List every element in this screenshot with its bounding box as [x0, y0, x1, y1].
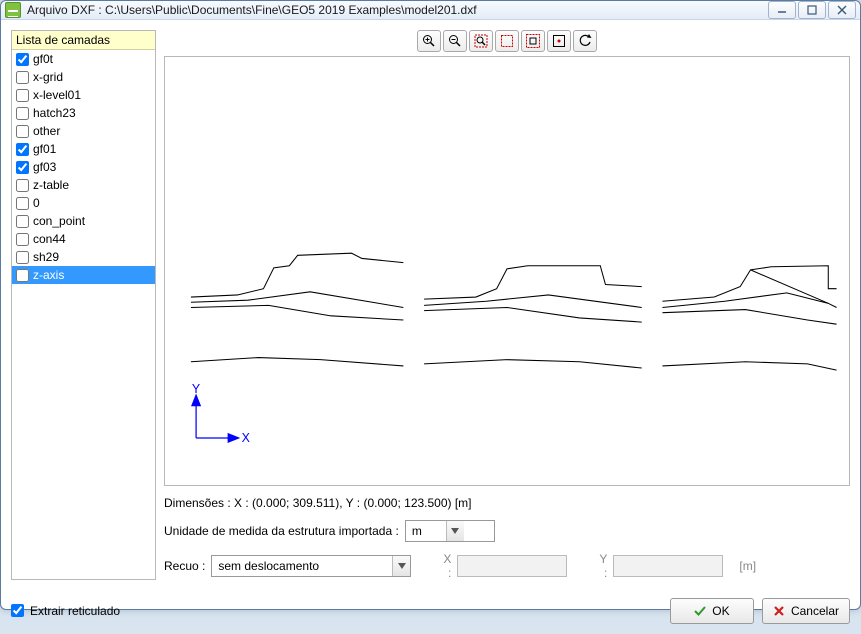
- layer-checkbox[interactable]: [16, 107, 29, 120]
- layer-name: con44: [33, 231, 66, 247]
- zoom-selection-icon: [474, 34, 488, 48]
- zoom-selection-button[interactable]: [469, 30, 493, 52]
- layer-checkbox[interactable]: [16, 233, 29, 246]
- extract-grid-checkbox-wrap[interactable]: Extrair reticulado: [11, 604, 120, 618]
- layer-checkbox[interactable]: [16, 53, 29, 66]
- view-toolbar: [164, 30, 850, 52]
- layers-header: Lista de camadas: [12, 31, 155, 50]
- axis-y-label: Y: [192, 382, 201, 396]
- layer-row[interactable]: sh29: [12, 248, 155, 266]
- layers-panel: Lista de camadas gf0t x-grid x-level01 hatc…: [11, 30, 156, 580]
- recuo-combo[interactable]: sem deslocamento: [211, 555, 411, 577]
- layer-row[interactable]: gf01: [12, 140, 155, 158]
- unit-row: Unidade de medida da estrutura importada…: [164, 520, 850, 542]
- layer-checkbox[interactable]: [16, 179, 29, 192]
- preview-svg: Y X: [165, 57, 849, 485]
- zoom-in-button[interactable]: [417, 30, 441, 52]
- zoom-center-icon: [552, 34, 566, 48]
- layer-name: x-grid: [33, 69, 63, 85]
- layer-checkbox[interactable]: [16, 251, 29, 264]
- layer-row[interactable]: hatch23: [12, 104, 155, 122]
- dialog-content: Lista de camadas gf0t x-grid x-level01 hatc…: [1, 20, 860, 590]
- layer-checkbox[interactable]: [16, 197, 29, 210]
- recuo-label: Recuo :: [164, 559, 205, 573]
- layer-row[interactable]: gf0t: [12, 50, 155, 68]
- right-column: Y X Dimensões : X : (0.000; 309.511), Y …: [164, 30, 850, 580]
- axis-x-label: X: [242, 431, 251, 445]
- layer-name: gf0t: [33, 51, 53, 67]
- window-title: Arquivo DXF : C:\Users\Public\Documents\…: [27, 3, 768, 17]
- x-offset-input: [457, 555, 567, 577]
- layer-row[interactable]: x-grid: [12, 68, 155, 86]
- layer-checkbox[interactable]: [16, 269, 29, 282]
- zoom-center-button[interactable]: [547, 30, 571, 52]
- layer-name: gf01: [33, 141, 56, 157]
- layer-checkbox[interactable]: [16, 125, 29, 138]
- app-icon: [5, 2, 21, 18]
- layer-name: hatch23: [33, 105, 76, 121]
- cancel-button[interactable]: Cancelar: [762, 598, 850, 624]
- axis-indicator: Y X: [192, 382, 251, 445]
- layer-row[interactable]: 0: [12, 194, 155, 212]
- extract-grid-label: Extrair reticulado: [30, 604, 120, 618]
- layer-row[interactable]: other: [12, 122, 155, 140]
- layer-checkbox[interactable]: [16, 215, 29, 228]
- unit-combo[interactable]: m: [405, 520, 495, 542]
- below-canvas: Dimensões : X : (0.000; 309.511), Y : (0…: [164, 486, 850, 580]
- preview-canvas[interactable]: Y X: [164, 56, 850, 486]
- layer-name: other: [33, 123, 60, 139]
- zoom-extents-icon: [526, 34, 540, 48]
- minimize-button[interactable]: [768, 1, 796, 19]
- unit-label: Unidade de medida da estrutura importada…: [164, 524, 399, 538]
- zoom-out-button[interactable]: [443, 30, 467, 52]
- layer-checkbox[interactable]: [16, 89, 29, 102]
- layer-row[interactable]: gf03: [12, 158, 155, 176]
- y-offset-input: [613, 555, 723, 577]
- dimensions-text: Dimensões : X : (0.000; 309.511), Y : (0…: [164, 496, 850, 510]
- close-icon: [773, 605, 785, 617]
- zoom-window-icon: [500, 34, 514, 48]
- layer-checkbox[interactable]: [16, 161, 29, 174]
- chevron-down-icon: [446, 521, 464, 541]
- check-icon: [694, 605, 706, 617]
- offset-unit: [m]: [739, 559, 756, 573]
- window-controls: [768, 1, 856, 19]
- layer-name: sh29: [33, 249, 59, 265]
- ok-button-label: OK: [712, 604, 729, 618]
- zoom-window-button[interactable]: [495, 30, 519, 52]
- layer-checkbox[interactable]: [16, 143, 29, 156]
- cancel-button-label: Cancelar: [791, 604, 839, 618]
- zoom-extents-button[interactable]: [521, 30, 545, 52]
- layer-name: con_point: [33, 213, 85, 229]
- layer-name: 0: [33, 195, 40, 211]
- refresh-button[interactable]: [573, 30, 597, 52]
- zoom-in-icon: [422, 34, 436, 48]
- titlebar: Arquivo DXF : C:\Users\Public\Documents\…: [1, 1, 860, 20]
- refresh-icon: [578, 34, 592, 48]
- layer-name: x-level01: [33, 87, 81, 103]
- layer-name: z-axis: [33, 267, 64, 283]
- layers-list[interactable]: gf0t x-grid x-level01 hatch23 other gf01 gf03 z…: [12, 50, 155, 579]
- layer-row[interactable]: con44: [12, 230, 155, 248]
- layer-name: z-table: [33, 177, 69, 193]
- close-button[interactable]: [828, 1, 856, 19]
- layer-checkbox[interactable]: [16, 71, 29, 84]
- unit-combo-value: m: [406, 524, 446, 538]
- chevron-down-icon: [392, 556, 410, 576]
- layer-row[interactable]: z-table: [12, 176, 155, 194]
- layer-row[interactable]: z-axis: [12, 266, 155, 284]
- layer-name: gf03: [33, 159, 56, 175]
- dxf-import-dialog: Arquivo DXF : C:\Users\Public\Documents\…: [0, 0, 861, 610]
- recuo-row: Recuo : sem deslocamento X : Y : [m]: [164, 552, 850, 580]
- layer-row[interactable]: con_point: [12, 212, 155, 230]
- zoom-out-icon: [448, 34, 462, 48]
- y-offset-label: Y :: [593, 552, 607, 580]
- recuo-combo-value: sem deslocamento: [212, 559, 392, 573]
- extract-grid-checkbox[interactable]: [11, 604, 24, 617]
- maximize-button[interactable]: [798, 1, 826, 19]
- ok-button[interactable]: OK: [670, 598, 754, 624]
- layer-row[interactable]: x-level01: [12, 86, 155, 104]
- x-offset-label: X :: [437, 552, 451, 580]
- dialog-footer: Extrair reticulado OK Cancelar: [1, 590, 860, 634]
